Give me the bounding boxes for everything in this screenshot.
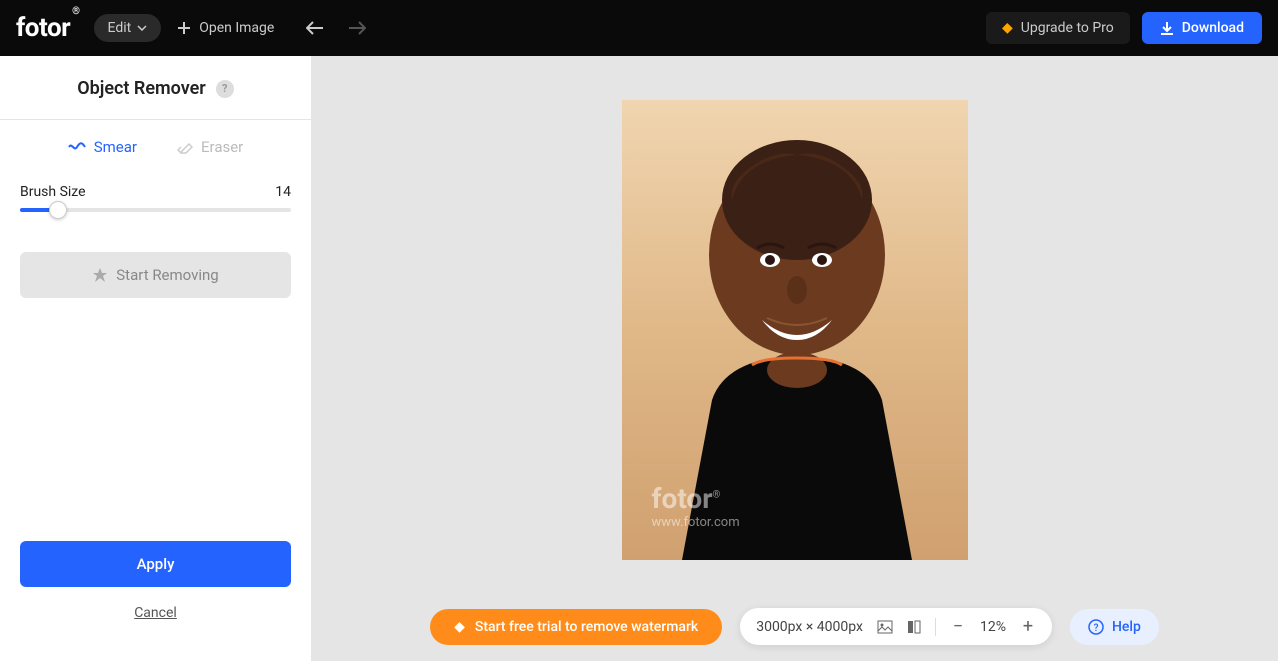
image-icon[interactable] bbox=[877, 620, 893, 634]
download-icon bbox=[1160, 21, 1174, 35]
nav-arrows bbox=[306, 21, 366, 35]
cancel-link[interactable]: Cancel bbox=[20, 605, 291, 621]
zoom-in-button[interactable]: + bbox=[1020, 616, 1036, 637]
watermark-url: www.fotor.com bbox=[652, 515, 740, 530]
start-removing-button[interactable]: Start Removing bbox=[20, 252, 291, 298]
apply-label: Apply bbox=[137, 555, 175, 573]
apply-button[interactable]: Apply bbox=[20, 541, 291, 587]
cancel-label: Cancel bbox=[134, 605, 177, 621]
diamond-icon: ◆ bbox=[454, 619, 465, 635]
slider-track bbox=[20, 208, 291, 212]
zoom-toolbar: 3000px × 4000px − 12% + bbox=[740, 608, 1052, 645]
compare-icon[interactable] bbox=[907, 620, 921, 634]
open-image-button[interactable]: Open Image bbox=[177, 20, 274, 36]
brush-size-row: Brush Size 14 bbox=[0, 160, 311, 208]
header-right: ◆ Upgrade to Pro Download bbox=[986, 12, 1262, 44]
sidebar: Object Remover ? Smear Eraser Brush Size… bbox=[0, 56, 311, 661]
download-button[interactable]: Download bbox=[1142, 12, 1262, 44]
help-label: Help bbox=[1112, 619, 1141, 635]
tab-eraser-label: Eraser bbox=[201, 138, 243, 156]
help-button[interactable]: ? Help bbox=[1070, 609, 1159, 645]
main: Object Remover ? Smear Eraser Brush Size… bbox=[0, 56, 1278, 661]
download-label: Download bbox=[1182, 20, 1244, 36]
plus-icon bbox=[177, 21, 191, 35]
registered-icon: ® bbox=[72, 6, 79, 17]
brush-size-label: Brush Size bbox=[20, 184, 86, 200]
trial-button[interactable]: ◆ Start free trial to remove watermark bbox=[430, 609, 722, 645]
smear-icon bbox=[68, 140, 86, 154]
watermark-logo: fotor® bbox=[652, 482, 740, 515]
logo[interactable]: fotor® bbox=[16, 13, 78, 43]
forward-button[interactable] bbox=[348, 21, 366, 35]
arrow-right-icon bbox=[348, 21, 366, 35]
back-button[interactable] bbox=[306, 21, 324, 35]
divider bbox=[935, 618, 936, 636]
remove-icon bbox=[92, 267, 108, 283]
sidebar-title: Object Remover bbox=[77, 78, 206, 99]
edited-image[interactable]: fotor® www.fotor.com bbox=[622, 100, 968, 560]
edit-label: Edit bbox=[108, 20, 132, 36]
arrow-left-icon bbox=[306, 21, 324, 35]
brush-slider[interactable] bbox=[0, 208, 311, 212]
zoom-out-button[interactable]: − bbox=[950, 616, 966, 637]
tab-smear[interactable]: Smear bbox=[68, 138, 137, 160]
canvas-area[interactable]: fotor® www.fotor.com ◆ Start free trial … bbox=[311, 56, 1278, 661]
tab-eraser[interactable]: Eraser bbox=[177, 138, 243, 160]
logo-text: fotor bbox=[16, 13, 70, 43]
tab-smear-label: Smear bbox=[94, 138, 137, 156]
header-left: fotor® Edit Open Image bbox=[16, 13, 366, 43]
svg-text:?: ? bbox=[1094, 623, 1099, 634]
open-image-label: Open Image bbox=[199, 20, 274, 36]
help-tooltip-icon[interactable]: ? bbox=[216, 80, 234, 98]
sidebar-header: Object Remover ? bbox=[0, 56, 311, 120]
tool-tabs: Smear Eraser bbox=[0, 120, 311, 160]
app-header: fotor® Edit Open Image ◆ Upgrade to Pro … bbox=[0, 0, 1278, 56]
edit-menu-button[interactable]: Edit bbox=[94, 14, 162, 42]
watermark: fotor® www.fotor.com bbox=[652, 482, 740, 530]
start-removing-label: Start Removing bbox=[116, 266, 218, 284]
zoom-level: 12% bbox=[980, 619, 1006, 635]
eraser-icon bbox=[177, 140, 193, 154]
slider-thumb[interactable] bbox=[49, 201, 67, 219]
diamond-icon: ◆ bbox=[1002, 20, 1013, 36]
help-icon: ? bbox=[1088, 619, 1104, 635]
trial-label: Start free trial to remove watermark bbox=[475, 619, 698, 635]
canvas-toolbar: ◆ Start free trial to remove watermark 3… bbox=[311, 608, 1278, 645]
upgrade-label: Upgrade to Pro bbox=[1021, 20, 1114, 36]
chevron-down-icon bbox=[137, 25, 147, 31]
sidebar-actions: Apply Cancel bbox=[0, 541, 311, 661]
upgrade-button[interactable]: ◆ Upgrade to Pro bbox=[986, 12, 1130, 44]
brush-size-value: 14 bbox=[275, 184, 291, 200]
dimensions-label: 3000px × 4000px bbox=[756, 619, 863, 635]
